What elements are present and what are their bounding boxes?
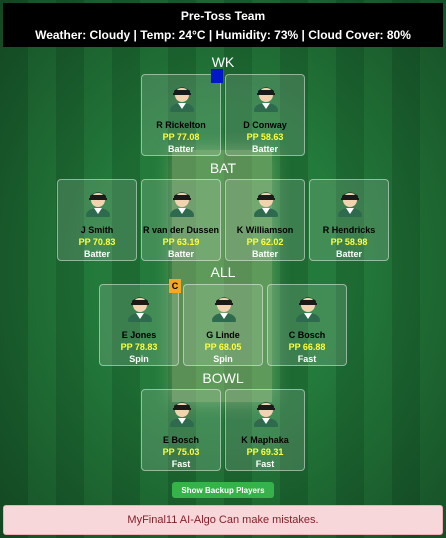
player-points: PP 69.31 — [246, 447, 284, 457]
player-name: R van der Dussen — [142, 225, 220, 235]
player-avatar-icon — [170, 192, 194, 217]
disclaimer-banner: MyFinal11 AI-Algo Can make mistakes. — [3, 505, 443, 535]
player-role: Batter — [251, 249, 278, 259]
player-avatar-icon — [170, 402, 194, 427]
player-role: Fast — [297, 354, 317, 364]
player-points: PP 75.03 — [162, 447, 200, 457]
player-name: R Hendricks — [322, 225, 376, 235]
player-role: Batter — [335, 249, 362, 259]
player-card[interactable]: R Hendricks PP 58.98 Batter — [309, 179, 389, 261]
player-name: J Smith — [80, 225, 114, 235]
captain-badge: C — [169, 279, 181, 293]
vice-captain-badge — [211, 69, 223, 83]
team-title: Pre-Toss Team — [180, 9, 266, 23]
player-card[interactable]: D Conway PP 58.63 Batter — [225, 74, 305, 156]
player-card[interactable]: J Smith PP 70.83 Batter — [57, 179, 137, 261]
player-role: Batter — [251, 144, 278, 154]
player-avatar-icon — [86, 192, 110, 217]
section-all: ALL — [210, 264, 236, 280]
player-name: E Jones — [121, 330, 157, 340]
section-wk: WK — [211, 54, 235, 70]
player-points: PP 63.19 — [162, 237, 200, 247]
player-avatar-icon — [170, 87, 194, 112]
player-card[interactable]: G Linde PP 68.05 Spin — [183, 284, 263, 366]
player-role: Fast — [255, 459, 275, 469]
player-avatar-icon — [254, 192, 278, 217]
player-role: Spin — [129, 354, 149, 364]
player-role: Fast — [171, 459, 191, 469]
player-name: G Linde — [206, 330, 240, 340]
player-card[interactable]: K Williamson PP 62.02 Batter — [225, 179, 305, 261]
player-role: Spin — [213, 354, 233, 364]
team-header: Pre-Toss Team Weather: Cloudy | Temp: 24… — [3, 3, 443, 47]
section-bowl: BOWL — [202, 370, 244, 386]
player-avatar-icon — [212, 297, 236, 322]
player-name: R Rickelton — [156, 120, 206, 130]
player-role: Batter — [167, 249, 194, 259]
player-card[interactable]: K Maphaka PP 69.31 Fast — [225, 389, 305, 471]
player-points: PP 58.63 — [246, 132, 284, 142]
player-role: Batter — [83, 249, 110, 259]
player-points: PP 70.83 — [78, 237, 116, 247]
player-card[interactable]: R van der Dussen PP 63.19 Batter — [141, 179, 221, 261]
section-bat: BAT — [209, 160, 237, 176]
player-avatar-icon — [128, 297, 152, 322]
player-card[interactable]: E Bosch PP 75.03 Fast — [141, 389, 221, 471]
player-name: K Maphaka — [241, 435, 289, 445]
player-avatar-icon — [254, 402, 278, 427]
player-points: PP 68.05 — [204, 342, 242, 352]
player-points: PP 78.83 — [120, 342, 158, 352]
player-card[interactable]: R Rickelton PP 77.08 Batter — [141, 69, 223, 156]
player-points: PP 66.88 — [288, 342, 326, 352]
player-name: C Bosch — [288, 330, 326, 340]
player-card[interactable]: C E Jones PP 78.83 Spin — [99, 279, 181, 366]
player-points: PP 58.98 — [330, 237, 368, 247]
player-role: Batter — [167, 144, 194, 154]
player-avatar-icon — [254, 87, 278, 112]
player-name: D Conway — [243, 120, 287, 130]
player-points: PP 62.02 — [246, 237, 284, 247]
show-backup-players-button[interactable]: Show Backup Players — [172, 482, 274, 498]
player-points: PP 77.08 — [162, 132, 200, 142]
player-name: E Bosch — [162, 435, 199, 445]
player-avatar-icon — [338, 192, 362, 217]
weather-info: Weather: Cloudy | Temp: 24°C | Humidity:… — [35, 28, 411, 42]
player-avatar-icon — [296, 297, 320, 322]
player-card[interactable]: C Bosch PP 66.88 Fast — [267, 284, 347, 366]
player-name: K Williamson — [236, 225, 294, 235]
